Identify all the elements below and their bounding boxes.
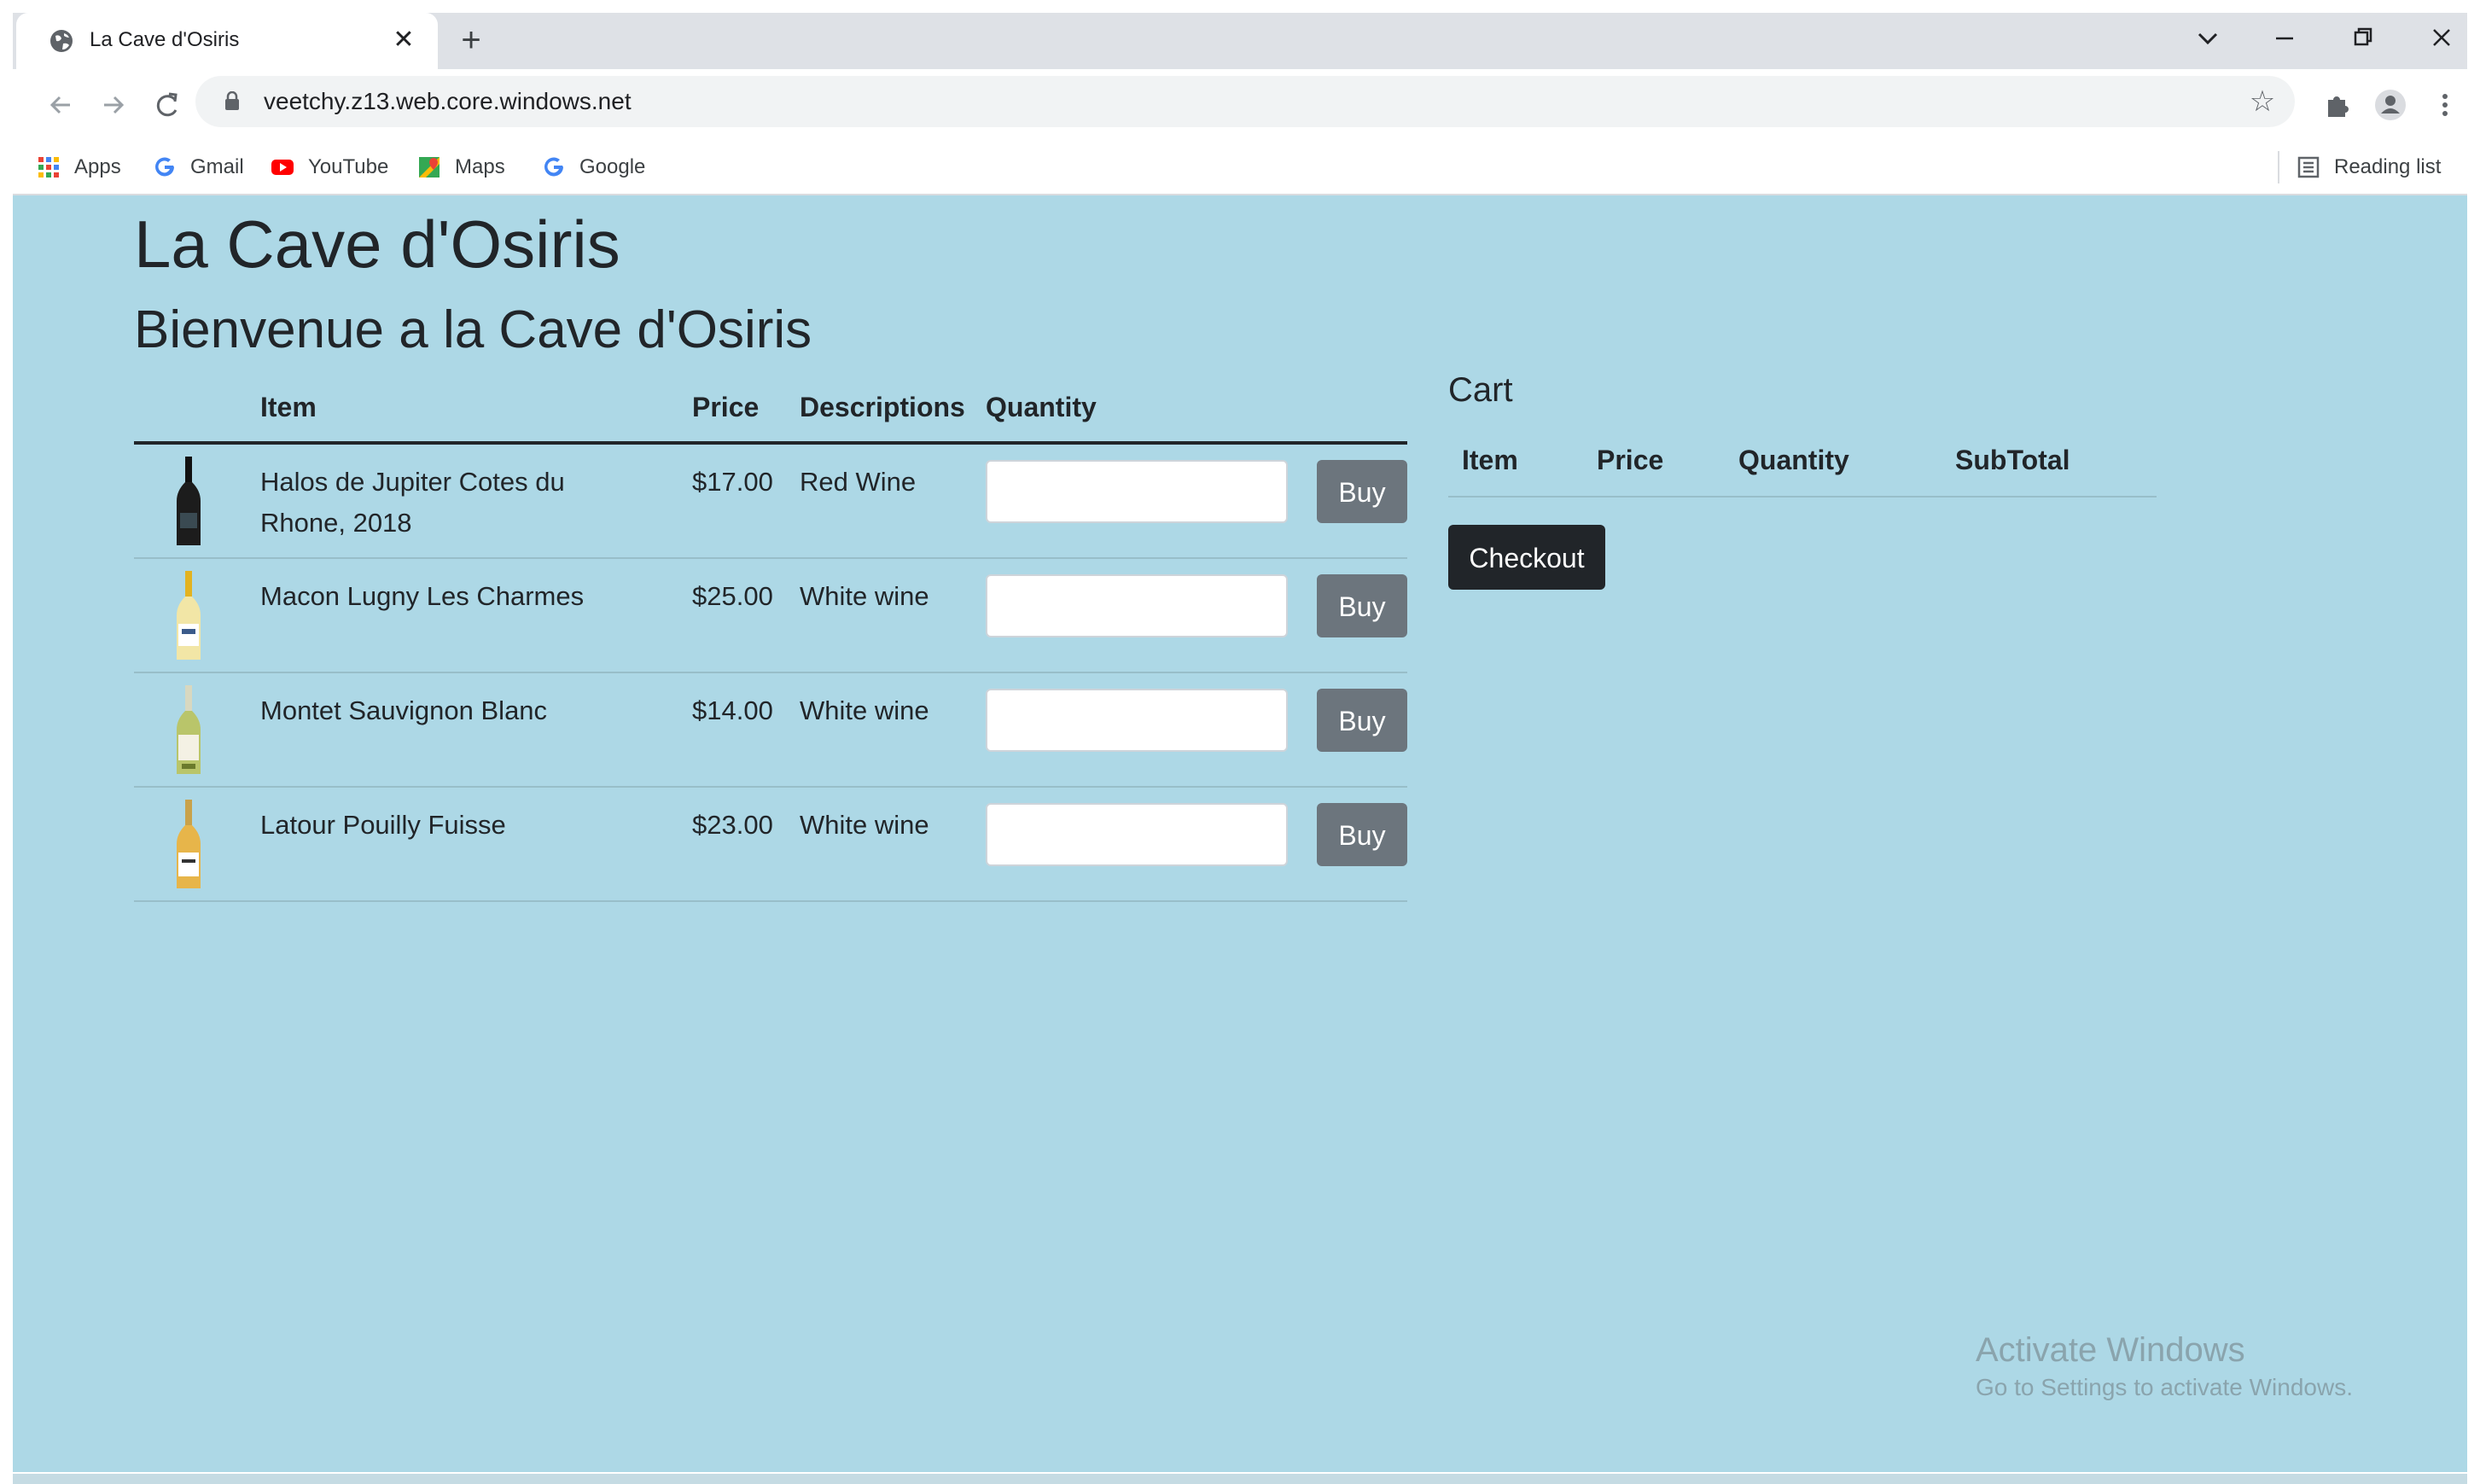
quantity-input[interactable]	[986, 689, 1288, 752]
reading-list-icon	[2297, 156, 2320, 178]
product-name: Montet Sauvignon Blanc	[260, 695, 548, 725]
product-price: $25.00	[692, 581, 773, 611]
cart-header-divider	[1448, 496, 2157, 498]
profile-icon[interactable]	[2372, 86, 2409, 124]
product-price: $14.00	[692, 695, 773, 725]
product-name: Latour Pouilly Fuisse	[260, 810, 506, 840]
tab-strip: La Cave d'Osiris ✕ +	[13, 13, 2467, 69]
star-icon[interactable]: ☆	[2245, 84, 2279, 119]
header-item: Item	[260, 392, 317, 422]
lock-icon	[225, 91, 239, 110]
white-wine-bottle-image	[177, 800, 201, 888]
browser-toolbar: veetchy.z13.web.core.windows.net ☆	[13, 69, 2467, 141]
bookmark-label: Google	[579, 155, 646, 178]
windows-activation-watermark: Activate Windows Go to Settings to activ…	[1976, 1329, 2353, 1404]
page-title: La Cave d'Osiris	[134, 207, 620, 282]
page-content: La Cave d'Osiris Bienvenue a la Cave d'O…	[13, 195, 2467, 1484]
maps-icon	[419, 157, 440, 177]
table-row: Latour Pouilly Fuisse $23.00 White wine …	[134, 788, 1407, 902]
page-bottom-edge	[13, 1474, 2467, 1484]
globe-icon	[50, 30, 73, 52]
red-wine-bottle-image	[177, 457, 201, 545]
address-bar[interactable]: veetchy.z13.web.core.windows.net ☆	[195, 76, 2295, 127]
url-text[interactable]: veetchy.z13.web.core.windows.net	[264, 86, 632, 117]
cart-header-quantity: Quantity	[1738, 445, 1849, 475]
restore-icon[interactable]	[2337, 20, 2389, 57]
google-g-icon	[544, 157, 563, 177]
apps-grid-icon	[38, 157, 59, 177]
product-description: White wine	[800, 810, 929, 840]
reading-list-label: Reading list	[2334, 155, 2442, 178]
cart-title: Cart	[1448, 371, 1513, 409]
bookmark-youtube[interactable]: YouTube	[271, 151, 388, 183]
google-g-icon	[155, 157, 174, 177]
buy-button[interactable]: Buy	[1317, 803, 1407, 866]
bookmark-gmail[interactable]: Gmail	[153, 151, 244, 183]
reload-icon[interactable]	[148, 86, 185, 124]
header-quantity: Quantity	[986, 392, 1097, 422]
cart-header-item: Item	[1462, 445, 1518, 475]
close-window-icon[interactable]	[2416, 20, 2467, 57]
tab-close-icon[interactable]: ✕	[390, 26, 417, 54]
bookmarks-divider	[2278, 151, 2279, 183]
puzzle-icon[interactable]	[2319, 86, 2356, 124]
bookmark-google[interactable]: Google	[542, 151, 645, 183]
quantity-input[interactable]	[986, 460, 1288, 523]
bookmark-label: YouTube	[308, 155, 389, 178]
product-price: $17.00	[692, 467, 773, 497]
forward-arrow-icon[interactable]	[95, 86, 132, 124]
buy-button[interactable]: Buy	[1317, 689, 1407, 752]
bookmark-apps[interactable]: Apps	[37, 151, 121, 183]
page-subtitle: Bienvenue a la Cave d'Osiris	[134, 300, 812, 359]
product-name: Macon Lugny Les Charmes	[260, 581, 585, 611]
cart-header-subtotal: SubTotal	[1955, 445, 2070, 475]
bookmark-label: Gmail	[190, 155, 244, 178]
header-price: Price	[692, 392, 760, 422]
back-arrow-icon[interactable]	[42, 86, 79, 124]
bookmark-label: Apps	[74, 155, 121, 178]
browser-window: La Cave d'Osiris ✕ + veetchy.z13.web.cor…	[13, 13, 2467, 1484]
reading-list-button[interactable]: Reading list	[2297, 151, 2441, 183]
product-description: White wine	[800, 695, 929, 725]
activation-title: Activate Windows	[1976, 1331, 2245, 1369]
bookmarks-bar: Apps Gmail YouTube Maps Google Reading l…	[13, 141, 2467, 195]
product-price: $23.00	[692, 810, 773, 840]
cart-header-price: Price	[1597, 445, 1664, 475]
bookmark-maps[interactable]: Maps	[417, 151, 505, 183]
white-wine-bottle-image	[177, 571, 201, 660]
bookmark-label: Maps	[455, 155, 505, 178]
product-name: Halos de Jupiter Cotes du Rhone, 2018	[260, 467, 565, 538]
table-row: Macon Lugny Les Charmes $25.00 White win…	[134, 559, 1407, 673]
minimize-icon[interactable]	[2259, 20, 2310, 57]
checkout-button[interactable]: Checkout	[1448, 525, 1605, 590]
product-description: White wine	[800, 581, 929, 611]
tab-search-chevron-icon[interactable]	[2182, 20, 2233, 57]
buy-button[interactable]: Buy	[1317, 460, 1407, 523]
table-row: Halos de Jupiter Cotes du Rhone, 2018 $1…	[134, 445, 1407, 559]
browser-tab[interactable]: La Cave d'Osiris ✕	[16, 13, 438, 69]
product-description: Red Wine	[800, 467, 917, 497]
kebab-menu-icon[interactable]	[2426, 86, 2464, 124]
new-tab-button[interactable]: +	[453, 23, 489, 59]
youtube-icon	[271, 160, 294, 175]
quantity-input[interactable]	[986, 574, 1288, 637]
quantity-input[interactable]	[986, 803, 1288, 866]
table-row: Montet Sauvignon Blanc $14.00 White wine…	[134, 673, 1407, 788]
activation-subtitle: Go to Settings to activate Windows.	[1976, 1374, 2353, 1400]
buy-button[interactable]: Buy	[1317, 574, 1407, 637]
white-wine-bottle-image	[177, 685, 201, 774]
tab-title: La Cave d'Osiris	[90, 28, 240, 51]
header-descriptions: Descriptions	[800, 392, 965, 422]
